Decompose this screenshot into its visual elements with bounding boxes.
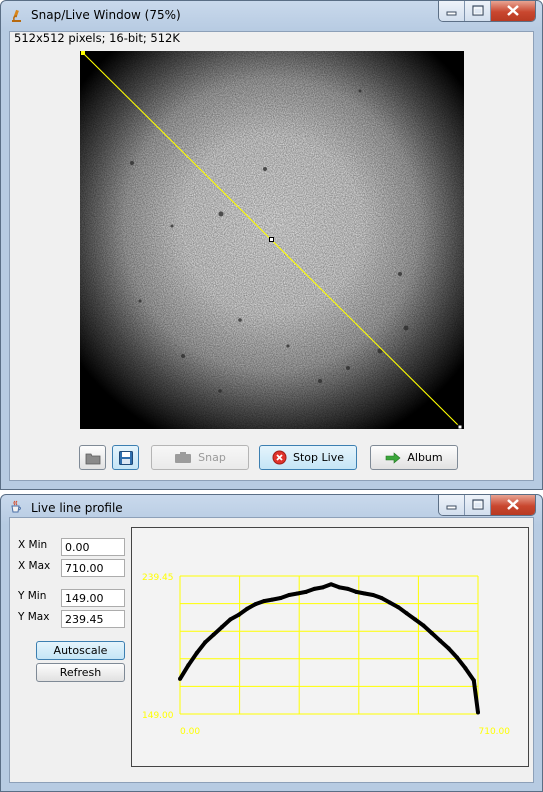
minimize-icon — [446, 505, 457, 510]
profile-data-point — [329, 582, 334, 587]
autoscale-button-label: Autoscale — [53, 644, 108, 657]
profile-data-point — [236, 612, 241, 617]
snap-button-label: Snap — [198, 451, 226, 464]
profile-chart: 239.45 149.00 0.00 710.00 — [142, 573, 511, 737]
profile-data-point — [446, 646, 451, 651]
arrow-right-icon — [385, 451, 401, 464]
profile-minimize-button[interactable] — [439, 495, 465, 515]
stop-icon — [272, 450, 287, 465]
y-min-tick-label: 149.00 — [142, 711, 174, 721]
profile-data-point — [476, 710, 480, 715]
profile-data-point — [429, 631, 434, 636]
profile-data-point — [253, 602, 258, 607]
profile-data-point — [245, 606, 250, 611]
line-center-handle[interactable] — [269, 237, 274, 242]
profile-window-caption-buttons — [438, 495, 536, 516]
camera-icon — [174, 451, 192, 464]
snap-window-caption-buttons — [438, 1, 536, 22]
java-cup-icon — [11, 500, 21, 513]
profile-data-point — [261, 599, 266, 604]
snap-button[interactable]: Snap — [151, 445, 249, 470]
profile-data-point — [228, 617, 233, 622]
profile-data-point — [471, 678, 476, 683]
profile-data-point — [421, 623, 426, 628]
microscope-icon — [12, 9, 21, 22]
profile-data-point — [371, 592, 376, 597]
maximize-icon — [472, 499, 484, 510]
snap-window-content: 512x512 pixels; 16-bit; 512K Snap Stop L… — [9, 31, 534, 481]
profile-data-point — [455, 655, 460, 660]
camera-image-view[interactable] — [80, 51, 464, 429]
profile-data-point — [413, 617, 418, 622]
profile-data-point — [379, 596, 384, 601]
profile-data-point — [178, 676, 182, 681]
folder-icon — [85, 453, 100, 464]
profile-data-point — [203, 640, 208, 645]
stop-live-button-label: Stop Live — [293, 451, 344, 464]
autoscale-button[interactable]: Autoscale — [36, 641, 125, 660]
profile-data-point — [438, 638, 443, 643]
album-button-label: Album — [407, 451, 443, 464]
profile-window-title: Live line profile — [31, 501, 123, 515]
close-icon — [507, 5, 519, 16]
profile-data-point — [387, 600, 392, 605]
snap-window-title-bar[interactable]: Snap/Live Window (75%) — [1, 1, 542, 31]
profile-data-point — [194, 650, 199, 655]
profile-data-point — [186, 663, 191, 668]
profile-maximize-button[interactable] — [465, 495, 491, 515]
x-max-tick-label: 710.00 — [479, 727, 511, 737]
y-min-label: Y Min — [18, 590, 47, 602]
profile-data-point — [295, 591, 300, 596]
close-icon — [507, 499, 519, 510]
profile-window-content: X Min X Max Y Min Y Max Autoscale Refres… — [9, 517, 534, 783]
profile-data-point — [362, 591, 367, 596]
y-min-field[interactable] — [61, 589, 125, 607]
save-button[interactable] — [112, 445, 139, 470]
open-button[interactable] — [79, 445, 106, 470]
profile-data-point — [404, 611, 409, 616]
snap-window-title: Snap/Live Window (75%) — [31, 8, 181, 22]
y-max-label: Y Max — [18, 611, 50, 623]
stop-live-button[interactable]: Stop Live — [259, 445, 357, 470]
profile-data-point — [463, 666, 468, 671]
profile-data-point — [303, 589, 308, 594]
profile-data-point — [345, 586, 350, 591]
x-max-field[interactable] — [61, 559, 125, 577]
image-info-label: 512x512 pixels; 16-bit; 512K — [14, 31, 180, 45]
profile-data-point — [287, 592, 292, 597]
line-profile-plot: 239.45 149.00 0.00 710.00 — [131, 527, 529, 767]
x-min-label: X Min — [18, 539, 48, 551]
profile-data-point — [278, 596, 283, 601]
x-max-label: X Max — [18, 560, 51, 572]
profile-data-point — [337, 585, 342, 590]
profile-data-point — [354, 589, 359, 594]
line-end-handle[interactable] — [457, 424, 463, 429]
minimize-button[interactable] — [439, 1, 465, 21]
y-max-tick-label: 239.45 — [142, 573, 174, 583]
camera-image — [80, 51, 464, 429]
profile-data-point — [211, 632, 216, 637]
profile-data-point — [396, 605, 401, 610]
x-min-field[interactable] — [61, 538, 125, 556]
y-max-field[interactable] — [61, 610, 125, 628]
profile-close-button[interactable] — [491, 495, 535, 515]
minimize-icon — [446, 11, 457, 16]
profile-data-point — [270, 597, 275, 602]
maximize-button[interactable] — [465, 1, 491, 21]
refresh-button-label: Refresh — [59, 666, 102, 679]
profile-data-point — [312, 586, 317, 591]
x-min-tick-label: 0.00 — [180, 727, 200, 737]
snap-live-window: Snap/Live Window (75%) 512x512 pixels; 1… — [0, 0, 543, 490]
live-line-profile-window: Live line profile X Min X Max Y Min Y Ma… — [0, 494, 543, 792]
maximize-icon — [472, 5, 484, 16]
line-start-handle[interactable] — [81, 51, 85, 55]
album-button[interactable]: Album — [370, 445, 458, 470]
save-disk-icon — [118, 450, 133, 465]
refresh-button[interactable]: Refresh — [36, 663, 125, 682]
profile-data-point — [219, 625, 224, 630]
profile-data-point — [320, 585, 325, 590]
close-button[interactable] — [491, 1, 535, 21]
